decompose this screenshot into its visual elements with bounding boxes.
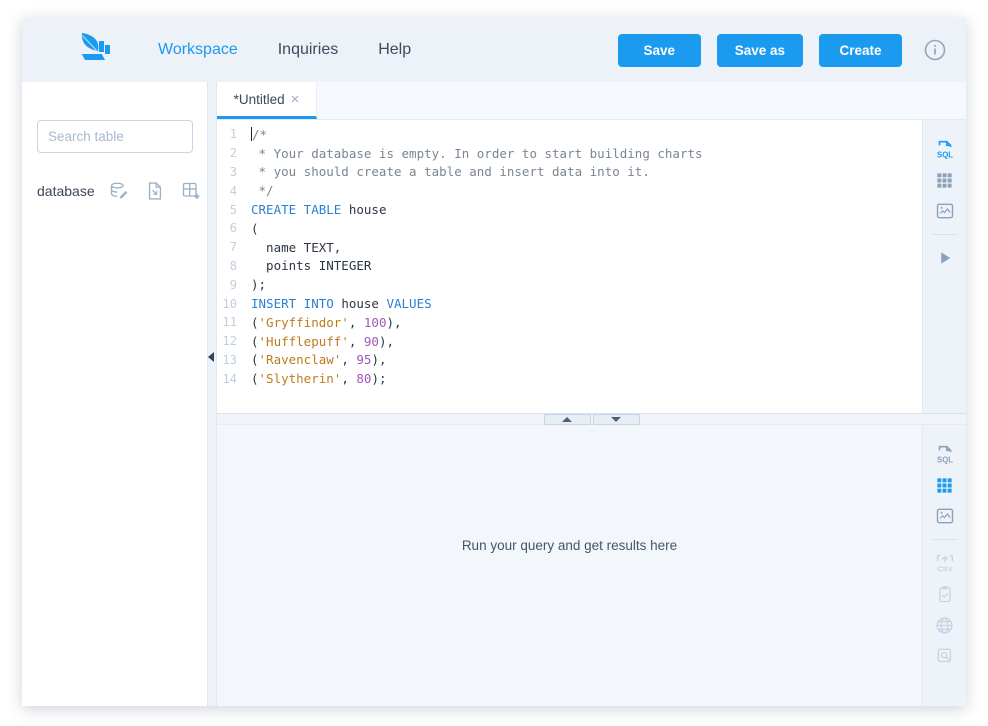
code-text: ('Hufflepuff', 90), (251, 334, 394, 349)
line-number: 13 (217, 353, 251, 367)
code-text: * you should create a table and insert d… (251, 164, 650, 179)
triangle-down-icon (611, 417, 621, 422)
svg-text:CSV: CSV (937, 565, 952, 574)
code-text: /* (251, 127, 267, 142)
database-row: database (37, 181, 193, 201)
save-button[interactable]: Save (618, 34, 701, 67)
sidebar-resize-gutter[interactable] (207, 82, 217, 706)
results-placeholder-text: Run your query and get results here (462, 538, 677, 553)
code-line: 11('Gryffindor', 100), (217, 313, 922, 332)
nav-item-inquiries[interactable]: Inquiries (278, 41, 338, 59)
line-number: 4 (217, 184, 251, 198)
line-number: 8 (217, 259, 251, 273)
add-table-icon[interactable] (181, 181, 201, 201)
code-text: INSERT INTO house VALUES (251, 296, 432, 311)
app-window: Workspace Inquiries Help Save Save as Create… (22, 18, 966, 706)
code-text: ('Gryffindor', 100), (251, 315, 402, 330)
results-row: Run your query and get results here SQL C… (217, 425, 966, 706)
splitter-down-button[interactable] (593, 414, 640, 425)
header-actions: Save Save as Create (602, 34, 902, 67)
pane-splitter[interactable] (217, 413, 966, 425)
code-line: 13('Ravenclaw', 95), (217, 351, 922, 370)
code-text: */ (251, 183, 274, 198)
code-line: 1/* (217, 125, 922, 144)
line-number: 9 (217, 278, 251, 292)
sql-view-icon[interactable]: SQL (932, 441, 958, 467)
main-nav: Workspace Inquiries Help (158, 41, 411, 59)
grid-view-icon[interactable] (932, 167, 958, 193)
code-text: ('Ravenclaw', 95), (251, 352, 387, 367)
code-line: 9); (217, 275, 922, 294)
nav-item-workspace[interactable]: Workspace (158, 41, 238, 59)
globe-table-icon (932, 612, 958, 638)
code-line: 2 * Your database is empty. In order to … (217, 144, 922, 163)
main-panel: *Untitled × 1/*2 * Your database is empt… (217, 82, 966, 706)
code-line: 7 name TEXT, (217, 238, 922, 257)
svg-text:SQL: SQL (937, 150, 953, 159)
line-number: 5 (217, 203, 251, 217)
export-csv-icon: CSV (932, 550, 958, 576)
rail-divider (932, 234, 958, 235)
nav-item-help[interactable]: Help (378, 41, 411, 59)
line-number: 1 (217, 127, 251, 141)
tab-label: *Untitled (234, 92, 285, 107)
import-file-icon[interactable] (145, 181, 165, 201)
code-line: 6( (217, 219, 922, 238)
editor-rail: SQL (922, 120, 966, 413)
splitter-up-button[interactable] (544, 414, 591, 425)
code-text: points INTEGER (251, 258, 371, 273)
code-line: 10INSERT INTO house VALUES (217, 294, 922, 313)
copy-clipboard-icon (932, 581, 958, 607)
run-query-icon[interactable] (932, 245, 958, 271)
info-icon[interactable] (924, 39, 946, 61)
svg-text:SQL: SQL (937, 455, 953, 464)
line-number: 7 (217, 240, 251, 254)
editor-row: 1/*2 * Your database is empty. In order … (217, 120, 966, 413)
results-pane: Run your query and get results here (217, 425, 922, 706)
chart-view-icon[interactable] (932, 198, 958, 224)
line-number: 11 (217, 315, 251, 329)
results-rail: SQL CSV (922, 425, 966, 706)
save-as-button[interactable]: Save as (717, 34, 803, 67)
code-text: ( (251, 221, 259, 236)
code-line: 4 */ (217, 181, 922, 200)
code-text: * Your database is empty. In order to st… (251, 146, 703, 161)
line-number: 2 (217, 146, 251, 160)
triangle-up-icon (562, 417, 572, 422)
app-logo-leaf-chart-icon[interactable] (74, 32, 114, 68)
code-text: name TEXT, (251, 240, 341, 255)
code-line: 8 points INTEGER (217, 257, 922, 276)
code-line: 5CREATE TABLE house (217, 200, 922, 219)
line-number: 12 (217, 334, 251, 348)
database-actions (109, 181, 201, 201)
code-text: ('Slytherin', 80); (251, 371, 387, 386)
collapse-sidebar-icon[interactable] (208, 352, 214, 362)
line-number: 14 (217, 372, 251, 386)
code-line: 14('Slytherin', 80); (217, 369, 922, 388)
code-line: 12('Hufflepuff', 90), (217, 332, 922, 351)
code-line: 3 * you should create a table and insert… (217, 163, 922, 182)
tab-strip: *Untitled × (217, 82, 966, 120)
sql-view-icon[interactable]: SQL (932, 136, 958, 162)
line-number: 6 (217, 221, 251, 235)
search-table-input[interactable] (37, 120, 193, 153)
database-label: database (37, 183, 95, 199)
search-results-icon (932, 643, 958, 669)
close-tab-icon[interactable]: × (291, 92, 300, 107)
chart-view-icon[interactable] (932, 503, 958, 529)
code-text: CREATE TABLE house (251, 202, 386, 217)
line-number: 3 (217, 165, 251, 179)
sql-code-editor[interactable]: 1/*2 * Your database is empty. In order … (217, 120, 922, 413)
code-text: ); (251, 277, 266, 292)
top-bar: Workspace Inquiries Help Save Save as Create (22, 18, 966, 82)
edit-database-icon[interactable] (109, 181, 129, 201)
tab-untitled[interactable]: *Untitled × (217, 82, 317, 119)
rail-divider (932, 539, 958, 540)
schema-sidebar: database (22, 82, 207, 706)
create-button[interactable]: Create (819, 34, 902, 67)
line-number: 10 (217, 297, 251, 311)
content-area: database (22, 82, 966, 706)
grid-view-icon[interactable] (932, 472, 958, 498)
